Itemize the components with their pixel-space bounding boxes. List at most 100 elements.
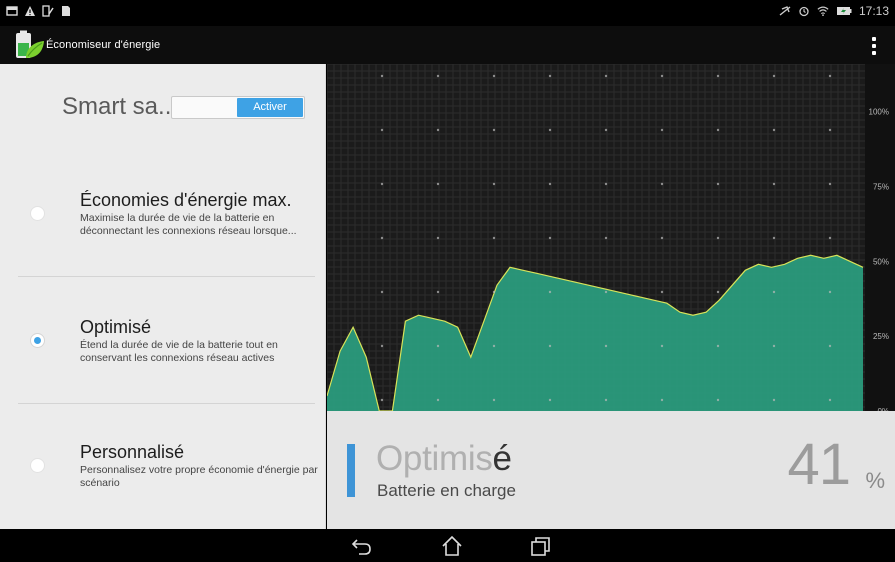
chart-grid-dot — [492, 290, 496, 294]
chart-grid-dot — [548, 398, 552, 402]
chart-grid-dot — [716, 236, 720, 240]
mode-optimized[interactable]: Optimisé Étend la durée de vie de la bat… — [0, 277, 326, 403]
battery-status-panel: Optimisé Batterie en charge 41 % — [327, 411, 895, 529]
chart-grid-dot — [548, 236, 552, 240]
battery-history-chart: 100%75%50%25%0% — [327, 64, 895, 411]
chart-grid-dot — [548, 128, 552, 132]
mode-list-panel: Smart sa.. Activer Économies d'énergie m… — [0, 64, 326, 529]
current-mode-label: Optimisé — [376, 439, 512, 479]
smart-saving-label: Smart sa.. — [62, 93, 172, 120]
current-mode-label-bold: é — [492, 439, 512, 478]
mode-optimized-description: Étend la durée de vie de la batterie tou… — [80, 339, 278, 364]
warning-icon — [25, 6, 35, 16]
chart-grid-dot — [716, 290, 720, 294]
status-accent-bar — [347, 444, 355, 497]
chart-grid-dot — [716, 128, 720, 132]
chart-grid-dot — [772, 236, 776, 240]
mode-max-saving-description: Maximise la durée de vie de la batterie … — [80, 212, 297, 237]
mode-optimized-title: Optimisé — [80, 317, 152, 337]
wifi-icon — [817, 6, 829, 16]
mode-max-saving-radio[interactable] — [30, 206, 45, 221]
status-bar-notifications — [6, 5, 72, 17]
chart-grid-dot — [436, 236, 440, 240]
chart-grid-dot — [660, 344, 664, 348]
navigation-bar — [0, 529, 895, 562]
chart-y-tick-label: 50% — [873, 257, 889, 266]
chart-grid-dot — [492, 344, 496, 348]
smart-saving-toggle[interactable]: Activer — [171, 96, 305, 119]
chart-grid-dot — [548, 290, 552, 294]
no-location-icon — [779, 6, 791, 16]
chart-grid-dot — [604, 74, 608, 78]
recents-icon[interactable] — [527, 534, 553, 558]
chart-grid-dot — [828, 398, 832, 402]
chart-grid-dot — [716, 182, 720, 186]
chart-grid-dot — [716, 344, 720, 348]
chart-grid-dot — [604, 344, 608, 348]
mode-custom-title: Personnalisé — [80, 442, 185, 462]
mode-custom[interactable]: Personnalisé Personnalisez votre propre … — [0, 404, 326, 529]
chart-grid-dot — [772, 128, 776, 132]
notification-icon — [6, 6, 18, 16]
chart-grid-dot — [828, 344, 832, 348]
chart-grid-dot — [548, 344, 552, 348]
overflow-menu-button[interactable] — [863, 34, 885, 58]
overflow-menu-icon-dot-3 — [872, 51, 876, 55]
signal-edit-icon — [42, 5, 54, 17]
battery-charging-icon — [836, 7, 852, 15]
mode-custom-radio[interactable] — [30, 458, 45, 473]
chart-grid-dot — [604, 290, 608, 294]
chart-grid-dot — [436, 128, 440, 132]
chart-grid-dot — [828, 74, 832, 78]
battery-leaf-icon — [16, 30, 44, 58]
chart-grid-dot — [492, 236, 496, 240]
alarm-icon — [799, 6, 809, 17]
chart-grid-dot — [380, 128, 384, 132]
chart-grid-dot — [380, 344, 384, 348]
home-icon[interactable] — [439, 534, 465, 558]
chart-grid-dot — [436, 398, 440, 402]
chart-grid-dot — [660, 290, 664, 294]
chart-grid-dot — [492, 128, 496, 132]
chart-grid-dot — [772, 398, 776, 402]
overflow-menu-icon-dot-1 — [872, 37, 876, 41]
battery-history-chart-svg: 100%75%50%25%0% — [327, 64, 895, 411]
overflow-menu-icon-dot-2 — [872, 44, 876, 48]
chart-grid-dot — [492, 74, 496, 78]
chart-grid-dot — [828, 182, 832, 186]
charging-status-text: Batterie en charge — [377, 481, 516, 500]
chart-grid-dot — [772, 290, 776, 294]
chart-grid-dot — [380, 74, 384, 78]
back-icon[interactable] — [349, 534, 375, 558]
chart-grid-dot — [604, 398, 608, 402]
chart-y-tick-label: 25% — [873, 332, 889, 341]
chart-grid-dot — [716, 74, 720, 78]
mode-optimized-radio[interactable] — [30, 333, 45, 348]
chart-grid-dot — [828, 128, 832, 132]
status-bar-time: 17:13 — [858, 4, 889, 18]
smart-saving-activate-button[interactable]: Activer — [237, 98, 303, 117]
status-bar-system: 17:13 — [779, 4, 889, 18]
chart-grid-dot — [380, 398, 384, 402]
chart-grid-dot — [772, 182, 776, 186]
app-title: Économiseur d'énergie — [46, 39, 161, 51]
chart-grid-dot — [828, 290, 832, 294]
chart-grid-dot — [436, 74, 440, 78]
mode-max-saving[interactable]: Économies d'énergie max. Maximise la dur… — [0, 150, 326, 276]
chart-y-tick-label: 100% — [869, 108, 889, 117]
mode-max-saving-title: Économies d'énergie max. — [80, 190, 292, 210]
chart-grid-dot — [436, 182, 440, 186]
chart-grid-dot — [492, 398, 496, 402]
chart-grid-dot — [380, 182, 384, 186]
chart-grid-dot — [380, 290, 384, 294]
chart-y-tick-label: 75% — [873, 182, 889, 191]
chart-grid-dot — [436, 290, 440, 294]
chart-grid-dot — [660, 74, 664, 78]
action-bar: Économiseur d'énergie — [0, 26, 895, 64]
chart-grid-dot — [492, 182, 496, 186]
chart-grid-dot — [548, 74, 552, 78]
chart-grid-dot — [660, 182, 664, 186]
chart-grid-dot — [604, 236, 608, 240]
battery-percent-sign: % — [865, 468, 885, 493]
current-mode-label-light: Optimis — [376, 439, 493, 478]
